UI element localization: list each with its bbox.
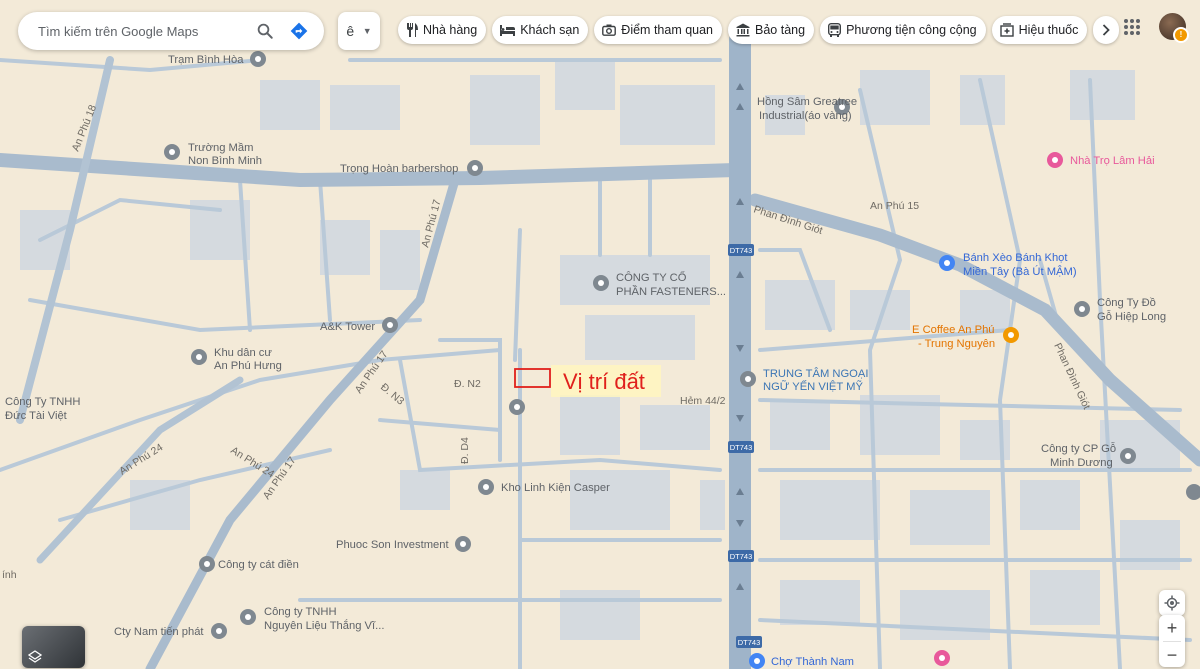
museum-icon [736, 23, 750, 37]
poi-label[interactable]: Công ty cát điền [218, 559, 299, 571]
poi-label[interactable]: Trạm Bình Hòa [168, 54, 244, 66]
poi-label[interactable]: Đức Tài Việt [5, 410, 68, 422]
poi-label[interactable]: Gỗ Hiệp Long [1097, 310, 1166, 323]
search-box[interactable]: Tìm kiếm trên Google Maps [18, 12, 324, 50]
poi-label[interactable]: Nguyên Liệu Thắng Vĩ... [264, 619, 384, 632]
poi-label[interactable]: TRUNG TÂM NGOẠI [763, 367, 868, 380]
land-location-label: Vị trí đất [563, 369, 645, 394]
svg-text:DT743: DT743 [730, 443, 753, 452]
poi-label[interactable]: PHẦN FASTENERS... [616, 285, 726, 298]
layers-icon [28, 650, 42, 663]
road-label-edge: ính [2, 569, 17, 581]
poi-label[interactable]: E Coffee An Phú [912, 324, 995, 336]
language-input-toggle[interactable]: ê ▼ [338, 12, 380, 50]
poi-label[interactable]: Industrial(áo vàng) [759, 110, 852, 122]
directions-icon[interactable] [286, 18, 312, 44]
road-label-an-phu-15: An Phú 15 [870, 200, 919, 212]
poi-label[interactable]: Bánh Xèo Bánh Khọt [963, 252, 1068, 264]
poi-label[interactable]: Công ty TNHH [264, 606, 337, 618]
poi-label[interactable]: Công Ty Đồ [1097, 297, 1156, 309]
chip-museums[interactable]: Bảo tàng [728, 16, 815, 44]
my-location-button[interactable] [1159, 590, 1185, 616]
hotel-icon [500, 25, 516, 36]
poi-label[interactable]: Phuoc Son Investment [336, 539, 449, 551]
dt743-shield: DT743 [736, 636, 762, 648]
poi-label[interactable]: An Phú Hưng [214, 360, 282, 372]
chevron-down-icon: ▼ [362, 26, 372, 36]
notification-badge-icon: ! [1173, 27, 1189, 43]
chip-transit[interactable]: Phương tiện công cộng [820, 16, 986, 44]
category-chips: Nhà hàng Khách sạn Điểm tham quan Bảo tà… [398, 16, 1120, 44]
bus-icon [828, 23, 842, 37]
chevron-right-icon [1103, 24, 1111, 36]
poi-label[interactable]: Cty Nam tiến phát [114, 626, 204, 638]
language-label: ê [346, 23, 355, 39]
chips-next-button[interactable] [1093, 16, 1120, 44]
pharmacy-icon [999, 23, 1014, 37]
top-bar: Tìm kiếm trên Google Maps ê ▼ [18, 12, 380, 50]
chip-hotels[interactable]: Khách sạn [492, 16, 589, 44]
my-location-icon [1164, 595, 1180, 611]
poi-label[interactable]: Nhà Trọ Lâm Hải [1070, 155, 1155, 167]
camera-icon [602, 24, 617, 36]
zoom-out-button[interactable]: − [1159, 642, 1185, 668]
layers-button[interactable] [22, 626, 85, 668]
poi-label[interactable]: Minh Dương [1050, 457, 1113, 469]
chip-label: Phương tiện công cộng [846, 23, 977, 37]
svg-text:DT743: DT743 [738, 638, 761, 647]
svg-text:DT743: DT743 [730, 552, 753, 561]
poi-label[interactable]: - Trung Nguyên [918, 338, 995, 350]
poi-label[interactable]: Chợ Thành Nam [771, 656, 854, 668]
zoom-in-button[interactable]: + [1159, 615, 1185, 641]
chip-pharmacies[interactable]: Hiệu thuốc [991, 16, 1088, 44]
chip-attractions[interactable]: Điểm tham quan [594, 16, 723, 44]
poi-label[interactable]: Trường Mầm [188, 142, 253, 154]
poi-label[interactable]: Khu dân cư [214, 347, 272, 359]
road-label-d-d4: Đ. D4 [459, 437, 471, 464]
avatar[interactable]: ! [1159, 13, 1189, 43]
dt743-shield: DT743 [728, 441, 754, 453]
chip-label: Bảo tàng [755, 23, 806, 37]
poi-label[interactable]: Công Ty TNHH [5, 396, 80, 408]
search-icon[interactable] [252, 18, 278, 44]
poi-label[interactable]: NGỮ YẾN VIỆT MỸ [763, 380, 863, 393]
search-input[interactable]: Tìm kiếm trên Google Maps [38, 24, 244, 39]
restaurant-icon [407, 23, 418, 37]
poi-label[interactable]: Miền Tây (Bà Út MẬM) [963, 265, 1077, 278]
dt743-shield: DT743 [728, 550, 754, 562]
apps-grid-icon[interactable] [1122, 17, 1142, 37]
poi-label[interactable]: Non Bình Minh [188, 155, 262, 167]
poi-label[interactable]: Hồng Sâm Greatree [757, 96, 857, 108]
map-canvas[interactable]: DT743 DT743 DT743 DT743 An Phú 18 An Phú… [0, 0, 1200, 669]
chip-restaurants[interactable]: Nhà hàng [398, 16, 487, 44]
chip-label: Hiệu thuốc [1018, 23, 1079, 37]
poi-label[interactable]: Trọng Hoàn barbershop [340, 163, 458, 175]
road-label-d-n2: Đ. N2 [454, 378, 481, 390]
poi-label[interactable]: A&K Tower [320, 321, 375, 333]
poi-label[interactable]: CÔNG TY CỔ [616, 271, 687, 284]
zoom-control: + − [1159, 615, 1185, 667]
poi-label[interactable]: Công ty CP Gỗ [1041, 442, 1116, 455]
chip-label: Khách sạn [520, 23, 580, 37]
road-label-hem-44-2: Hẻm 44/2 [680, 395, 726, 407]
dt743-shield: DT743 [728, 244, 754, 256]
svg-text:DT743: DT743 [730, 246, 753, 255]
poi-label[interactable]: Kho Linh Kiện Casper [501, 482, 610, 494]
chip-label: Nhà hàng [423, 23, 478, 37]
chip-label: Điểm tham quan [621, 23, 714, 37]
